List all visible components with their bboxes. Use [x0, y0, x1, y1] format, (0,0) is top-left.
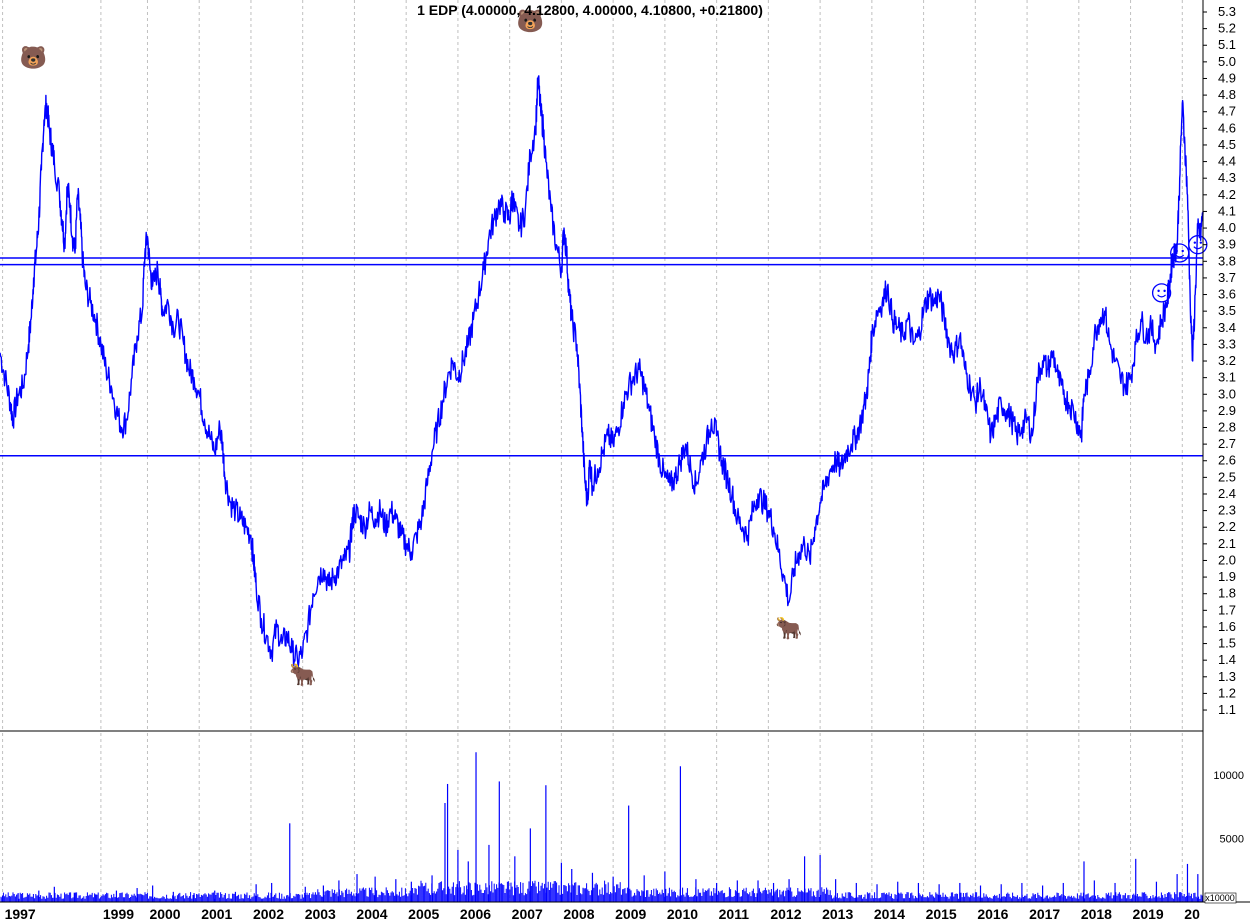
- y-tick-label: 4.5: [1218, 137, 1236, 152]
- chart-title: 1 EDP (4.00000, 4.12800, 4.00000, 4.1080…: [417, 2, 763, 18]
- x-tick-label: 2013: [822, 906, 853, 922]
- y-tick-label: 4.8: [1218, 87, 1236, 102]
- y-tick-label: 4.1: [1218, 203, 1236, 218]
- x-tick-label: 2010: [667, 906, 698, 922]
- y-tick-label: 4.2: [1218, 187, 1236, 202]
- y-tick-label: 1.8: [1218, 586, 1236, 601]
- y-tick-label: 3.7: [1218, 270, 1236, 285]
- x-tick-label: 2009: [615, 906, 646, 922]
- smiley-eye: [1157, 289, 1160, 293]
- price-line: [0, 75, 1204, 668]
- y-tick-label: 5.1: [1218, 37, 1236, 52]
- y-tick-label: 2.6: [1218, 453, 1236, 468]
- price-volume-chart: 🐻🐻🐂🐂 1997 1999 2000 2001 2002 2003 2004 2005 200…: [0, 0, 1250, 922]
- x-tick-label: 2007: [512, 906, 543, 922]
- x-tick-label: 20: [1184, 906, 1200, 922]
- x-tick-label: 2003: [305, 906, 336, 922]
- y-tick-label: 3.3: [1218, 336, 1236, 351]
- y-tick-label: 2.3: [1218, 503, 1236, 518]
- y-tick-label: 3.2: [1218, 353, 1236, 368]
- volume-tick-label: 10000: [1213, 770, 1244, 782]
- x-tick-label: 2008: [563, 906, 594, 922]
- x-tick-label: 2016: [977, 906, 1008, 922]
- bear-icon: 🐻: [20, 44, 47, 70]
- y-tick-label: 5.3: [1218, 4, 1236, 19]
- volume-bars: [0, 752, 1203, 902]
- y-tick-label: 4.6: [1218, 120, 1236, 135]
- y-tick-label: 2.4: [1218, 486, 1236, 501]
- chart-container: 🐻 🐻 🐂 🐂 1997 1999 2000 2001 2002 2003 2004 2005 200…: [0, 0, 1250, 922]
- x-tick-label: 2000: [149, 906, 180, 922]
- y-tick-label: 4.3: [1218, 170, 1236, 185]
- x-tick-label: 1997: [5, 906, 36, 922]
- x-tick-label: 2019: [1133, 906, 1164, 922]
- y-tick-label: 1.5: [1218, 636, 1236, 651]
- y-tick-label: 5.0: [1218, 54, 1236, 69]
- x-tick-label: 2006: [460, 906, 491, 922]
- x-tick-label: 2014: [874, 906, 905, 922]
- y-tick-label: 1.3: [1218, 669, 1236, 684]
- y-tick-label: 2.5: [1218, 469, 1236, 484]
- y-tick-label: 4.9: [1218, 70, 1236, 85]
- price-series: [0, 75, 1204, 668]
- y-tick-label: 3.8: [1218, 253, 1236, 268]
- y-tick-label: 1.1: [1218, 702, 1236, 717]
- y-tick-label: 1.2: [1218, 685, 1236, 700]
- x-tick-label: 2001: [201, 906, 232, 922]
- x-tick-label: 1999: [103, 906, 134, 922]
- y-tick-label: 3.4: [1218, 320, 1236, 335]
- y-tick-label: 1.7: [1218, 602, 1236, 617]
- y-tick-label: 4.7: [1218, 104, 1236, 119]
- y-tick-label: 2.8: [1218, 420, 1236, 435]
- smiley-eye: [1193, 241, 1197, 244]
- y-tick-label: 2.0: [1218, 552, 1236, 567]
- y-tick-label: 4.4: [1218, 154, 1236, 169]
- y-tick-label: 5.2: [1218, 21, 1236, 36]
- y-tick-label: 3.5: [1218, 303, 1236, 318]
- x-tick-label: 2011: [719, 906, 750, 922]
- smiley-eye: [1175, 249, 1178, 253]
- x-tick-label: 2015: [926, 906, 957, 922]
- x-tick-label: 2017: [1029, 906, 1060, 922]
- x-tick-label: 2018: [1081, 906, 1112, 922]
- y-tick-label: 3.9: [1218, 237, 1236, 252]
- x-tick-label: 2012: [770, 906, 801, 922]
- y-tick-label: 1.6: [1218, 619, 1236, 634]
- y-tick-label: 2.2: [1218, 519, 1236, 534]
- y-tick-label: 1.9: [1218, 569, 1236, 584]
- volume-tick-label: 5000: [1220, 834, 1244, 846]
- y-tick-label: 3.6: [1218, 287, 1236, 302]
- smiley-mouth: [1157, 294, 1166, 298]
- smiley-eye: [1181, 249, 1184, 253]
- bull-icon: 🐂: [289, 662, 316, 687]
- x-tick-label: 2004: [356, 906, 387, 922]
- y-tick-label: 2.7: [1218, 436, 1236, 451]
- y-tick-label: 4.0: [1218, 220, 1236, 235]
- smiley-eye: [1199, 241, 1203, 244]
- y-tick-label: 2.9: [1218, 403, 1236, 418]
- y-tick-label: 3.1: [1218, 370, 1236, 385]
- bull-icon: 🐂: [775, 615, 802, 640]
- smiley-mouth: [1193, 246, 1203, 250]
- axes: 1997 1999 2000 2001 2002 2003 2004 2005 2006 2007…: [0, 0, 1250, 922]
- y-tick-label: 2.1: [1218, 536, 1236, 551]
- volume-unit-label: x10000: [1205, 893, 1235, 903]
- y-tick-label: 3.0: [1218, 386, 1236, 401]
- smiley-eye: [1163, 289, 1166, 293]
- x-tick-label: 2005: [408, 906, 439, 922]
- grid-lines: [2, 0, 1183, 902]
- x-tick-label: 2002: [253, 906, 284, 922]
- y-tick-label: 1.4: [1218, 652, 1236, 667]
- smiley-mouth: [1175, 254, 1185, 258]
